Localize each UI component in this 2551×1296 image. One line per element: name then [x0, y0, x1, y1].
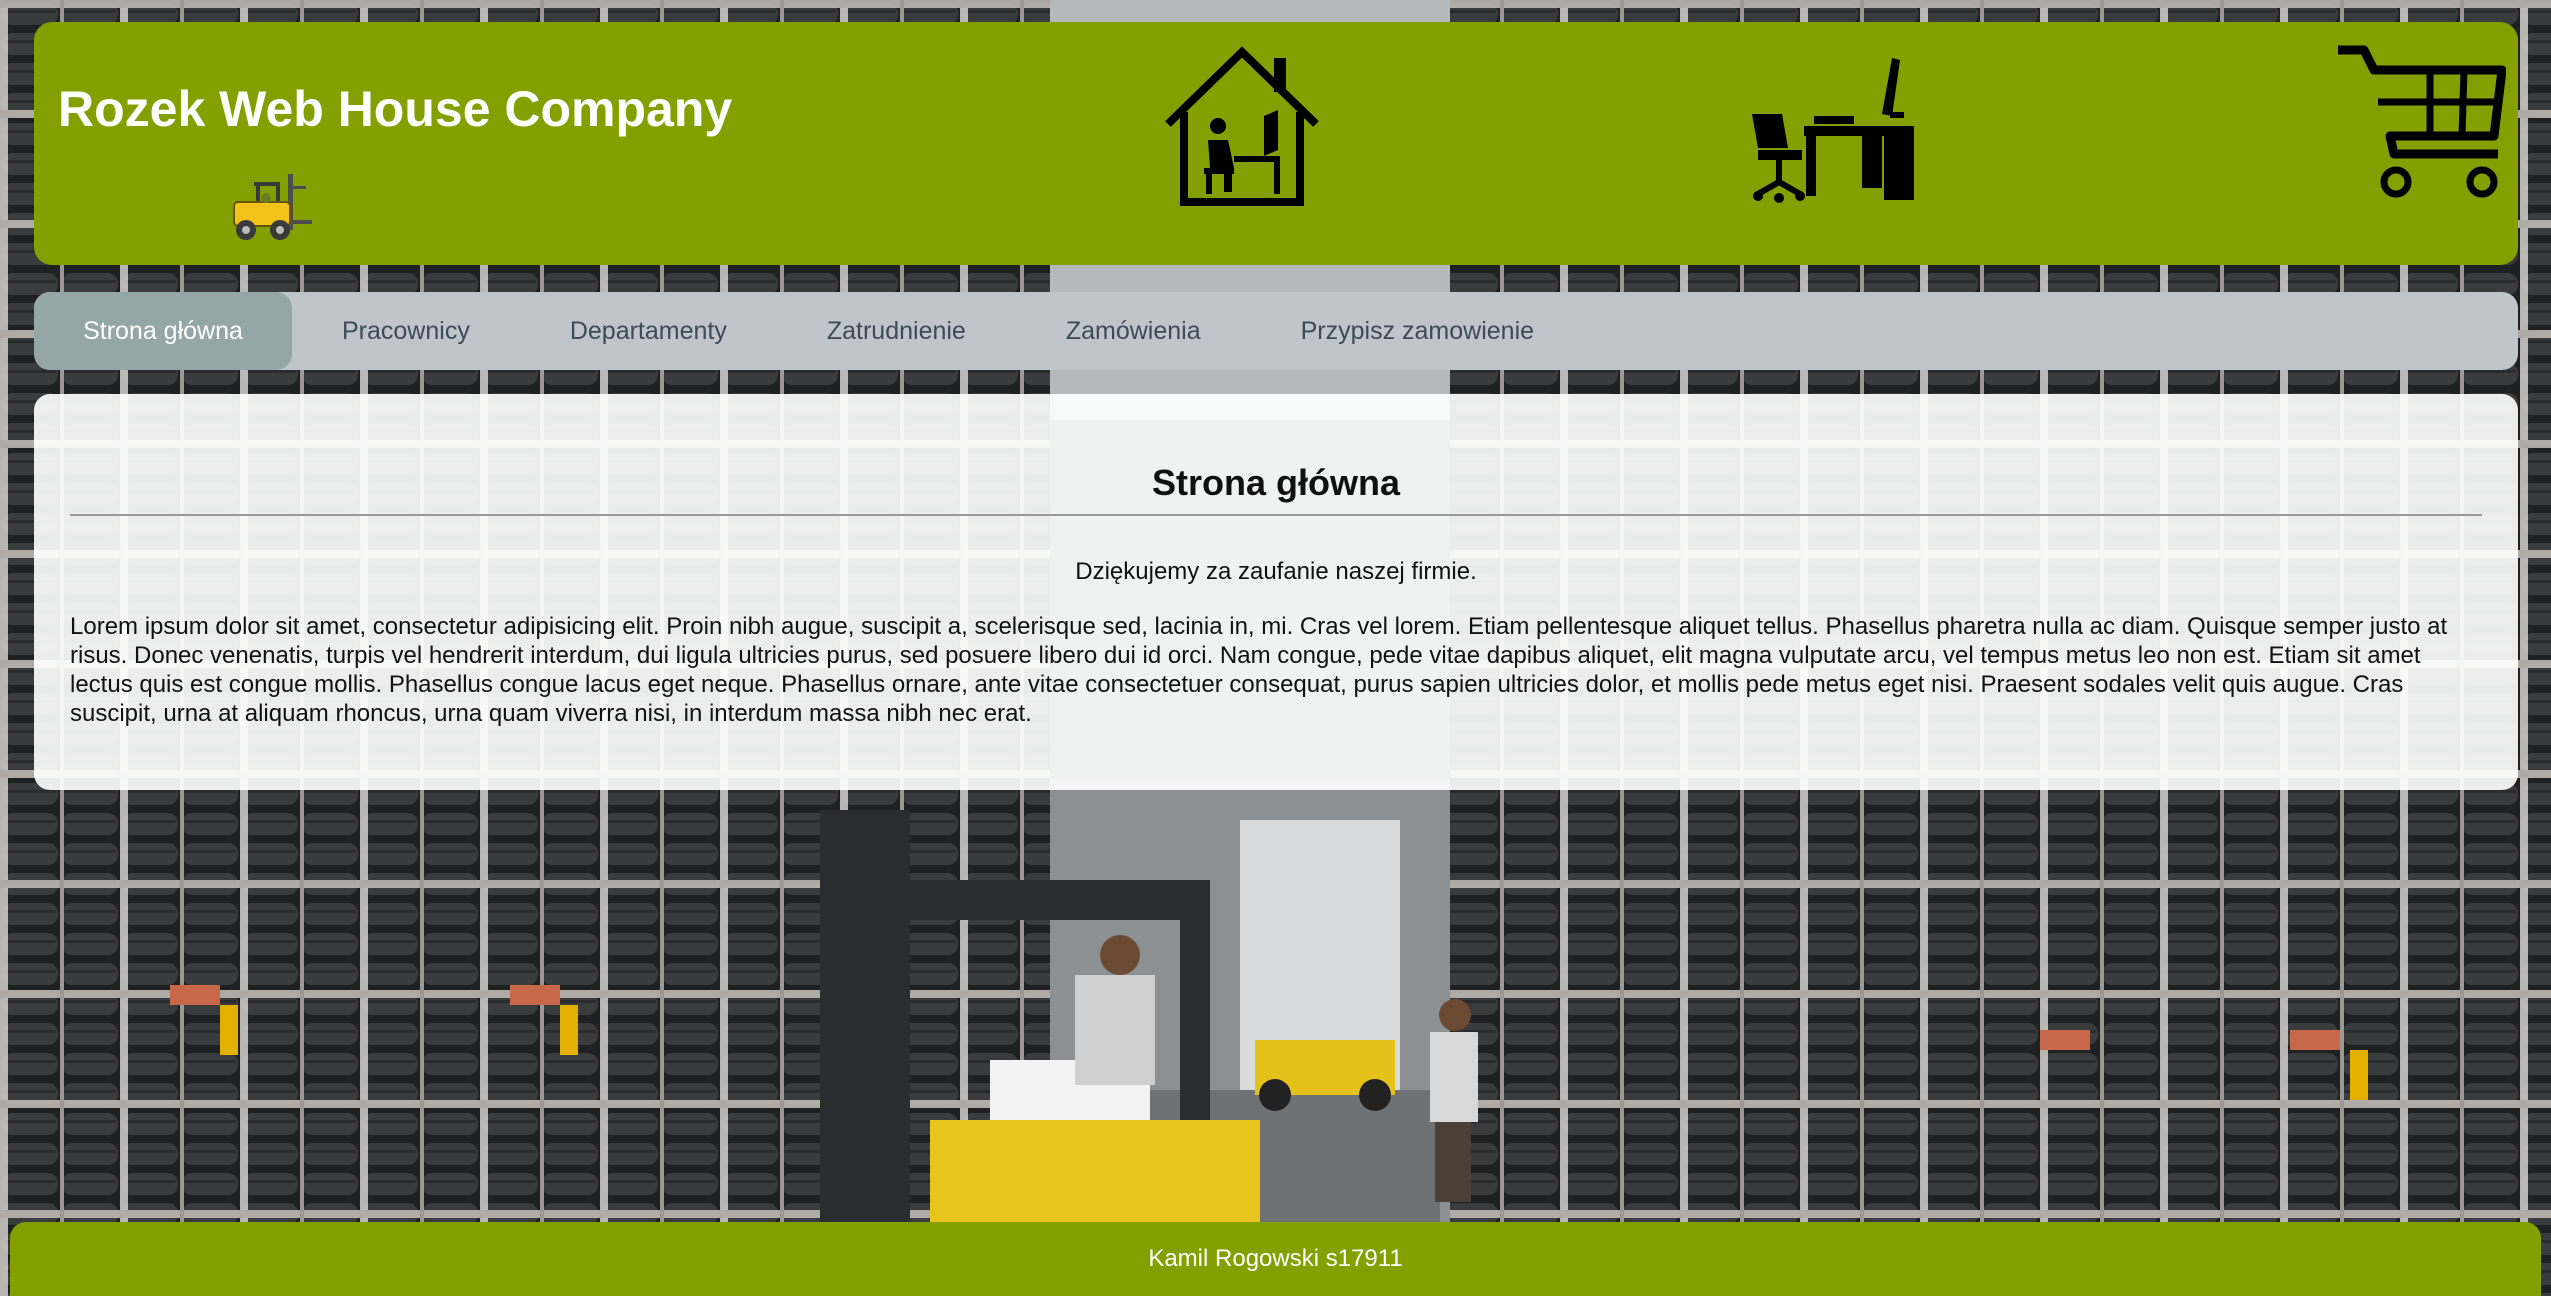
- nav-item-strona-glowna[interactable]: Strona główna: [34, 292, 292, 370]
- thanks-message: Dziękujemy za zaufanie naszej firmie.: [1075, 558, 1477, 585]
- site-title: Rozek Web House Company: [58, 81, 733, 137]
- nav-item-przypisz-zamowienie[interactable]: Przypisz zamowienie: [1251, 292, 1584, 370]
- content-card: Strona główna Dziękujemy za zaufanie nas…: [34, 394, 2518, 790]
- nav-item-departamenty[interactable]: Departamenty: [520, 292, 777, 370]
- computer-desk-icon: [1752, 58, 1914, 203]
- nav-item-zatrudnienie[interactable]: Zatrudnienie: [777, 292, 1016, 370]
- shopping-cart-icon[interactable]: [2334, 40, 2506, 208]
- footer-author: Kamil Rogowski s17911: [1148, 1245, 1403, 1272]
- nav-item-zamowienia[interactable]: Zamówienia: [1016, 292, 1251, 370]
- nav-item-pracownicy[interactable]: Pracownicy: [292, 292, 520, 370]
- forklift-icon: [233, 174, 312, 240]
- site-footer: Kamil Rogowski s17911: [10, 1222, 2541, 1296]
- home-office-icon: [1165, 46, 1319, 206]
- page-title: Strona główna: [70, 462, 2482, 516]
- site-header: Rozek Web House Company: [34, 22, 2518, 265]
- body-text: Lorem ipsum dolor sit amet, consectetur …: [70, 613, 2448, 727]
- main-nav: Strona główna Pracownicy Departamenty Za…: [34, 292, 2518, 370]
